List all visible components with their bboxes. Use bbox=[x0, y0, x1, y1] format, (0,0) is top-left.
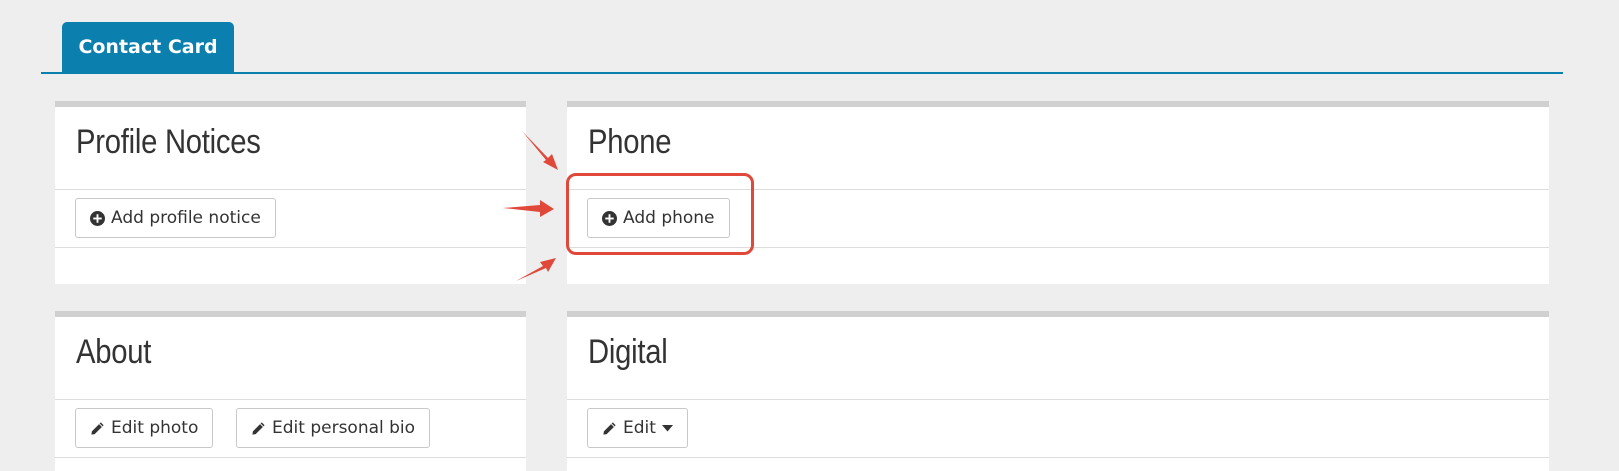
arrow-icon bbox=[503, 200, 554, 217]
arrow-icon bbox=[522, 131, 558, 170]
annotation-arrows bbox=[503, 131, 558, 281]
arrow-icon bbox=[516, 258, 556, 281]
